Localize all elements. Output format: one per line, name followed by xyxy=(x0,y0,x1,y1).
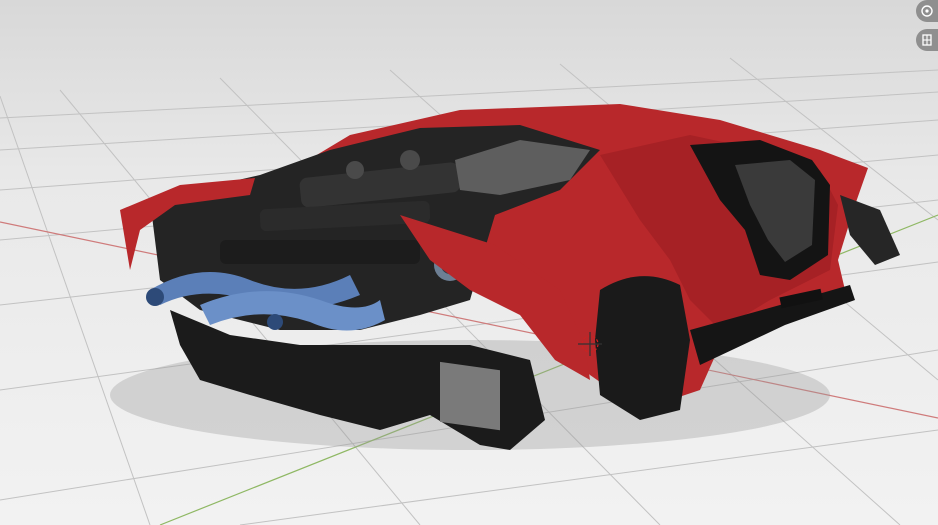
camera-grid-icon xyxy=(922,34,932,46)
view-toggle-button[interactable] xyxy=(916,29,938,51)
3d-viewport[interactable] xyxy=(0,0,938,525)
gizmo-icon xyxy=(921,5,933,17)
viewport-scene[interactable] xyxy=(0,0,938,525)
radiator xyxy=(440,361,500,431)
rear-wheel xyxy=(595,276,690,420)
navigation-gizmo-button[interactable] xyxy=(916,0,938,22)
